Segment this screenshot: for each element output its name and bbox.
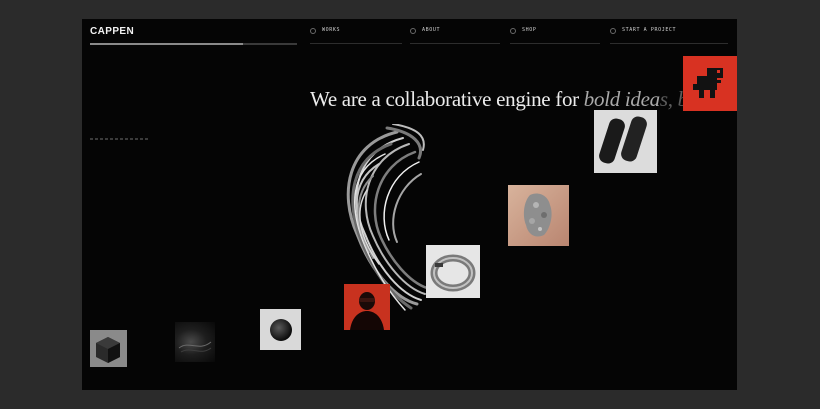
nav-underline [610,43,728,44]
nav-label: ABOUT [422,27,441,33]
website-frame: CAPPEN WORKS ABOUT SHOP START A PROJECT … [82,19,737,390]
sphere-tile[interactable] [260,309,301,350]
sphere-icon [270,319,292,341]
red-figure-tile[interactable] [344,284,390,330]
slabs-icon [599,116,647,164]
nav-underline [510,43,600,44]
loading-progress-fill [90,43,244,45]
cube-tile[interactable] [90,330,127,367]
nav-dot-icon [510,28,516,34]
side-caption-dots [90,138,150,140]
cube-icon [96,337,120,363]
nav-dot-icon [310,28,316,34]
nav-dot-icon [410,28,416,34]
figure-icon [350,292,384,330]
coral-sculpture-icon [523,193,552,237]
text-slabs-tile[interactable] [594,110,657,173]
loading-progress-bar [90,43,297,45]
coral-stone-tile[interactable] [508,185,569,246]
nav-dot-icon [610,28,616,34]
hero-headline: We are a collaborative engine for bold i… [310,87,737,112]
smoke-texture-icon [178,341,212,353]
dark-texture-tile[interactable] [175,322,215,362]
metal-ring-tile[interactable] [426,245,480,298]
nav-label: SHOP [522,27,537,33]
nav-label: WORKS [322,27,341,33]
pixel-dino-tile[interactable] [683,56,737,111]
ring-icon [430,254,476,292]
headline-main: We are a collaborative engine for [310,87,584,111]
nav-label: START A PROJECT [622,27,677,33]
nav-underline [310,43,402,44]
pixel-dino-icon [693,68,723,98]
nav-underline [410,43,500,44]
headline-italic: bold idea [583,87,660,111]
logo[interactable]: CAPPEN [90,26,134,37]
